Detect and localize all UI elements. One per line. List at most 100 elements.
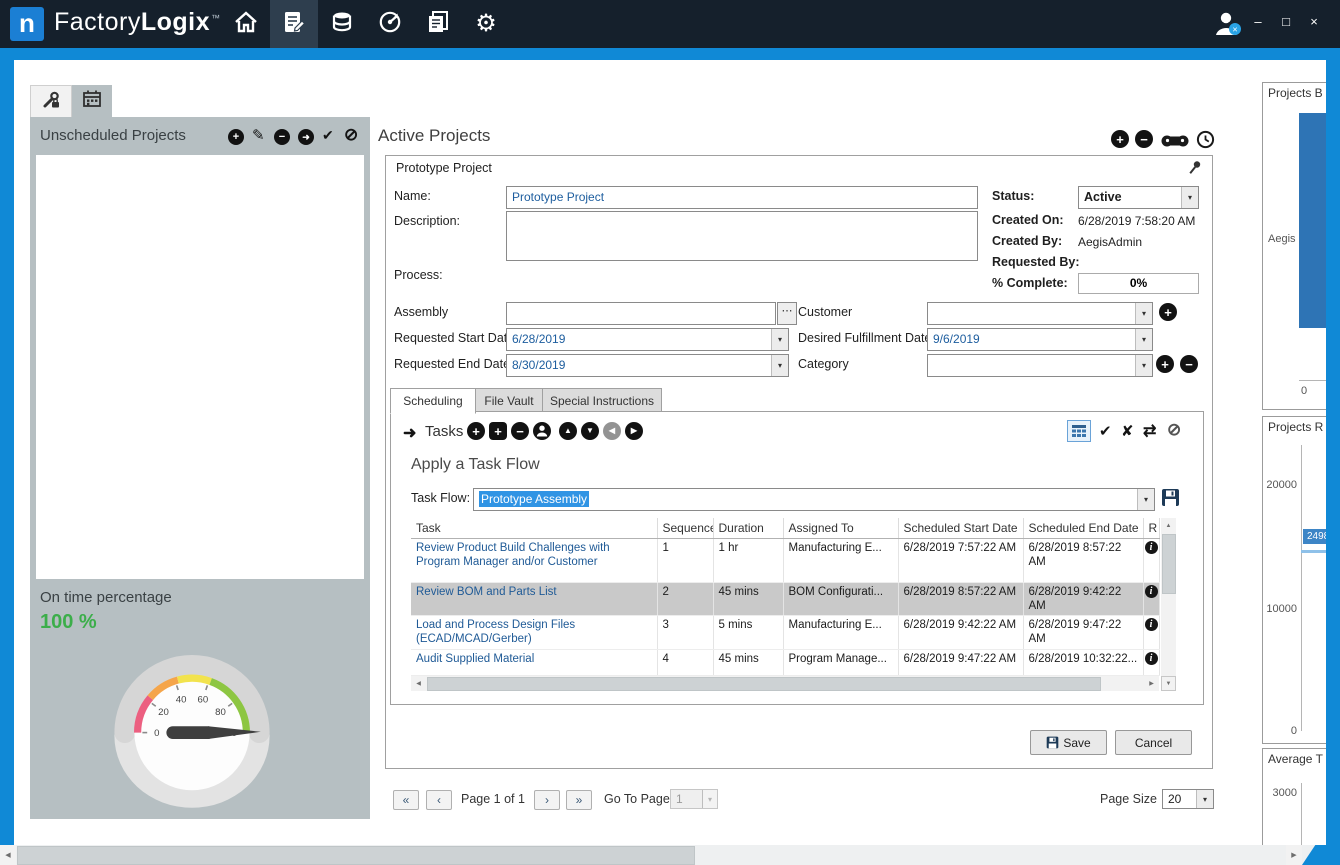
move-task-up-icon[interactable]: ▲	[559, 422, 577, 440]
add-customer-icon[interactable]: +	[1159, 303, 1177, 321]
auto-schedule-icon[interactable]	[1161, 132, 1189, 153]
table-row[interactable]: Review Product Build Challenges with Pro…	[411, 539, 1159, 583]
chevron-down-icon[interactable]: ▾	[1196, 790, 1213, 808]
name-input[interactable]: Prototype Project	[506, 186, 978, 209]
table-row[interactable]: Load and Process Design Files (ECAD/MCAD…	[411, 616, 1159, 650]
requested-end-combo[interactable]: 8/30/2019 ▾	[506, 354, 789, 377]
pin-icon[interactable]	[1187, 160, 1202, 180]
remove-project-icon[interactable]: −	[274, 129, 290, 145]
col-resources[interactable]: R	[1143, 518, 1159, 539]
schedule-project-icon[interactable]: ➜	[298, 129, 314, 145]
last-page-button[interactable]: »	[566, 790, 592, 810]
task-sequence: 2	[657, 583, 713, 616]
table-row-selected[interactable]: Review BOM and Parts List 2 45 mins BOM …	[411, 583, 1159, 616]
table-row[interactable]: Audit Supplied Material 4 45 mins Progra…	[411, 650, 1159, 676]
page-size-combo[interactable]: 20 ▾	[1162, 789, 1214, 809]
requested-start-combo[interactable]: 6/28/2019 ▾	[506, 328, 789, 351]
nav-planning-button[interactable]	[270, 0, 318, 48]
add-project-icon[interactable]: +	[228, 129, 244, 145]
chevron-down-icon[interactable]: ▾	[1135, 355, 1152, 376]
save-button[interactable]: Save	[1030, 730, 1107, 755]
status-combo[interactable]: Active ▾	[1078, 186, 1199, 209]
add-category-icon[interactable]: +	[1156, 355, 1174, 373]
nav-settings-button[interactable]: ⚙	[462, 0, 510, 48]
col-duration[interactable]: Duration	[713, 518, 783, 539]
reject-tasks-icon[interactable]: ✘	[1121, 422, 1134, 440]
col-assigned-to[interactable]: Assigned To	[783, 518, 898, 539]
task-flow-combo[interactable]: Prototype Assembly ▾	[473, 488, 1155, 511]
assembly-browse-button[interactable]: ⋯	[777, 302, 797, 325]
accept-tasks-icon[interactable]: ✔	[1099, 422, 1112, 440]
chevron-down-icon[interactable]: ▾	[1135, 329, 1152, 350]
scroll-left-icon[interactable]: ◀	[411, 676, 426, 691]
minimize-button[interactable]: –	[1248, 14, 1268, 29]
first-page-button[interactable]: «	[393, 790, 419, 810]
remove-active-project-icon[interactable]: −	[1135, 130, 1153, 148]
remove-task-icon[interactable]: −	[511, 422, 529, 440]
scroll-up-icon[interactable]: ▲	[1161, 518, 1176, 533]
tab-scheduling[interactable]: Scheduling	[390, 388, 476, 414]
description-textarea[interactable]	[506, 211, 978, 261]
close-button[interactable]: ×	[1304, 14, 1324, 29]
move-task-down-icon[interactable]: ▼	[581, 422, 599, 440]
user-account-button[interactable]: ×	[1212, 8, 1242, 43]
customer-combo[interactable]: ▾	[927, 302, 1153, 325]
nav-materials-button[interactable]	[318, 0, 366, 48]
edit-project-icon[interactable]: ✎	[252, 126, 265, 144]
window-horizontal-scrollbar[interactable]: ◀ ▶	[0, 845, 1340, 865]
info-icon[interactable]: i	[1145, 618, 1158, 631]
scrollbar-thumb[interactable]	[17, 846, 695, 865]
cancel-button[interactable]: Cancel	[1115, 730, 1192, 755]
scroll-right-icon[interactable]: ▶	[1144, 676, 1159, 691]
chevron-down-icon[interactable]: ▾	[1137, 489, 1154, 510]
unscheduled-projects-list[interactable]	[36, 155, 364, 579]
clock-icon[interactable]	[1196, 130, 1215, 154]
add-task-icon[interactable]: +	[467, 422, 485, 440]
cancel-project-icon[interactable]: ⊘	[344, 125, 358, 145]
chevron-down-icon[interactable]: ▾	[1181, 187, 1198, 208]
add-task-template-icon[interactable]: +	[489, 422, 507, 440]
previous-page-button[interactable]: ‹	[426, 790, 452, 810]
nav-home-button[interactable]	[222, 0, 270, 48]
chevron-down-icon[interactable]: ▾	[771, 329, 788, 350]
clear-tasks-icon[interactable]: ⊘	[1167, 420, 1181, 440]
table-horizontal-scrollbar[interactable]: ◀ ▶	[411, 676, 1159, 691]
maximize-button[interactable]: □	[1276, 14, 1296, 29]
table-vertical-scrollbar[interactable]: ▲ ▼	[1161, 518, 1176, 691]
outdent-task-icon[interactable]: ◀	[603, 422, 621, 440]
info-icon[interactable]: i	[1145, 585, 1158, 598]
goto-page-input[interactable]: 1 ▾	[670, 789, 718, 809]
nav-production-button[interactable]	[366, 0, 414, 48]
col-sequence[interactable]: Sequence	[657, 518, 713, 539]
save-task-flow-icon[interactable]	[1161, 488, 1180, 512]
add-active-project-icon[interactable]: +	[1111, 130, 1129, 148]
assembly-input[interactable]	[506, 302, 776, 325]
scroll-left-icon[interactable]: ◀	[0, 845, 16, 865]
chart-bar[interactable]	[1299, 113, 1326, 328]
indent-task-icon[interactable]: ▶	[625, 422, 643, 440]
reorder-tasks-icon[interactable]: ⇄	[1143, 421, 1156, 441]
complete-project-icon[interactable]: ✔	[322, 127, 334, 144]
info-icon[interactable]: i	[1145, 541, 1158, 554]
desired-fulfillment-combo[interactable]: 9/6/2019 ▾	[927, 328, 1153, 351]
tab-scheduler[interactable]	[72, 85, 112, 117]
info-icon[interactable]: i	[1145, 652, 1158, 665]
col-scheduled-start[interactable]: Scheduled Start Date	[898, 518, 1023, 539]
col-task[interactable]: Task	[411, 518, 657, 539]
remove-category-icon[interactable]: −	[1180, 355, 1198, 373]
chevron-down-icon[interactable]: ▾	[771, 355, 788, 376]
task-grid-view-icon[interactable]	[1067, 420, 1091, 442]
scroll-down-icon[interactable]: ▼	[1161, 676, 1176, 691]
next-page-button[interactable]: ›	[534, 790, 560, 810]
tab-tools[interactable]	[30, 85, 72, 119]
assign-person-icon[interactable]	[533, 422, 551, 445]
requested-start-value: 6/28/2019	[512, 332, 565, 346]
nav-documents-button[interactable]	[414, 0, 462, 48]
scroll-right-icon[interactable]: ▶	[1286, 845, 1302, 865]
category-combo[interactable]: ▾	[927, 354, 1153, 377]
col-scheduled-end[interactable]: Scheduled End Date	[1023, 518, 1143, 539]
scrollbar-thumb[interactable]	[427, 677, 1101, 691]
scrollbar-thumb[interactable]	[1162, 534, 1176, 594]
gauge-tick-40: 40	[176, 694, 187, 705]
chevron-down-icon[interactable]: ▾	[1135, 303, 1152, 324]
